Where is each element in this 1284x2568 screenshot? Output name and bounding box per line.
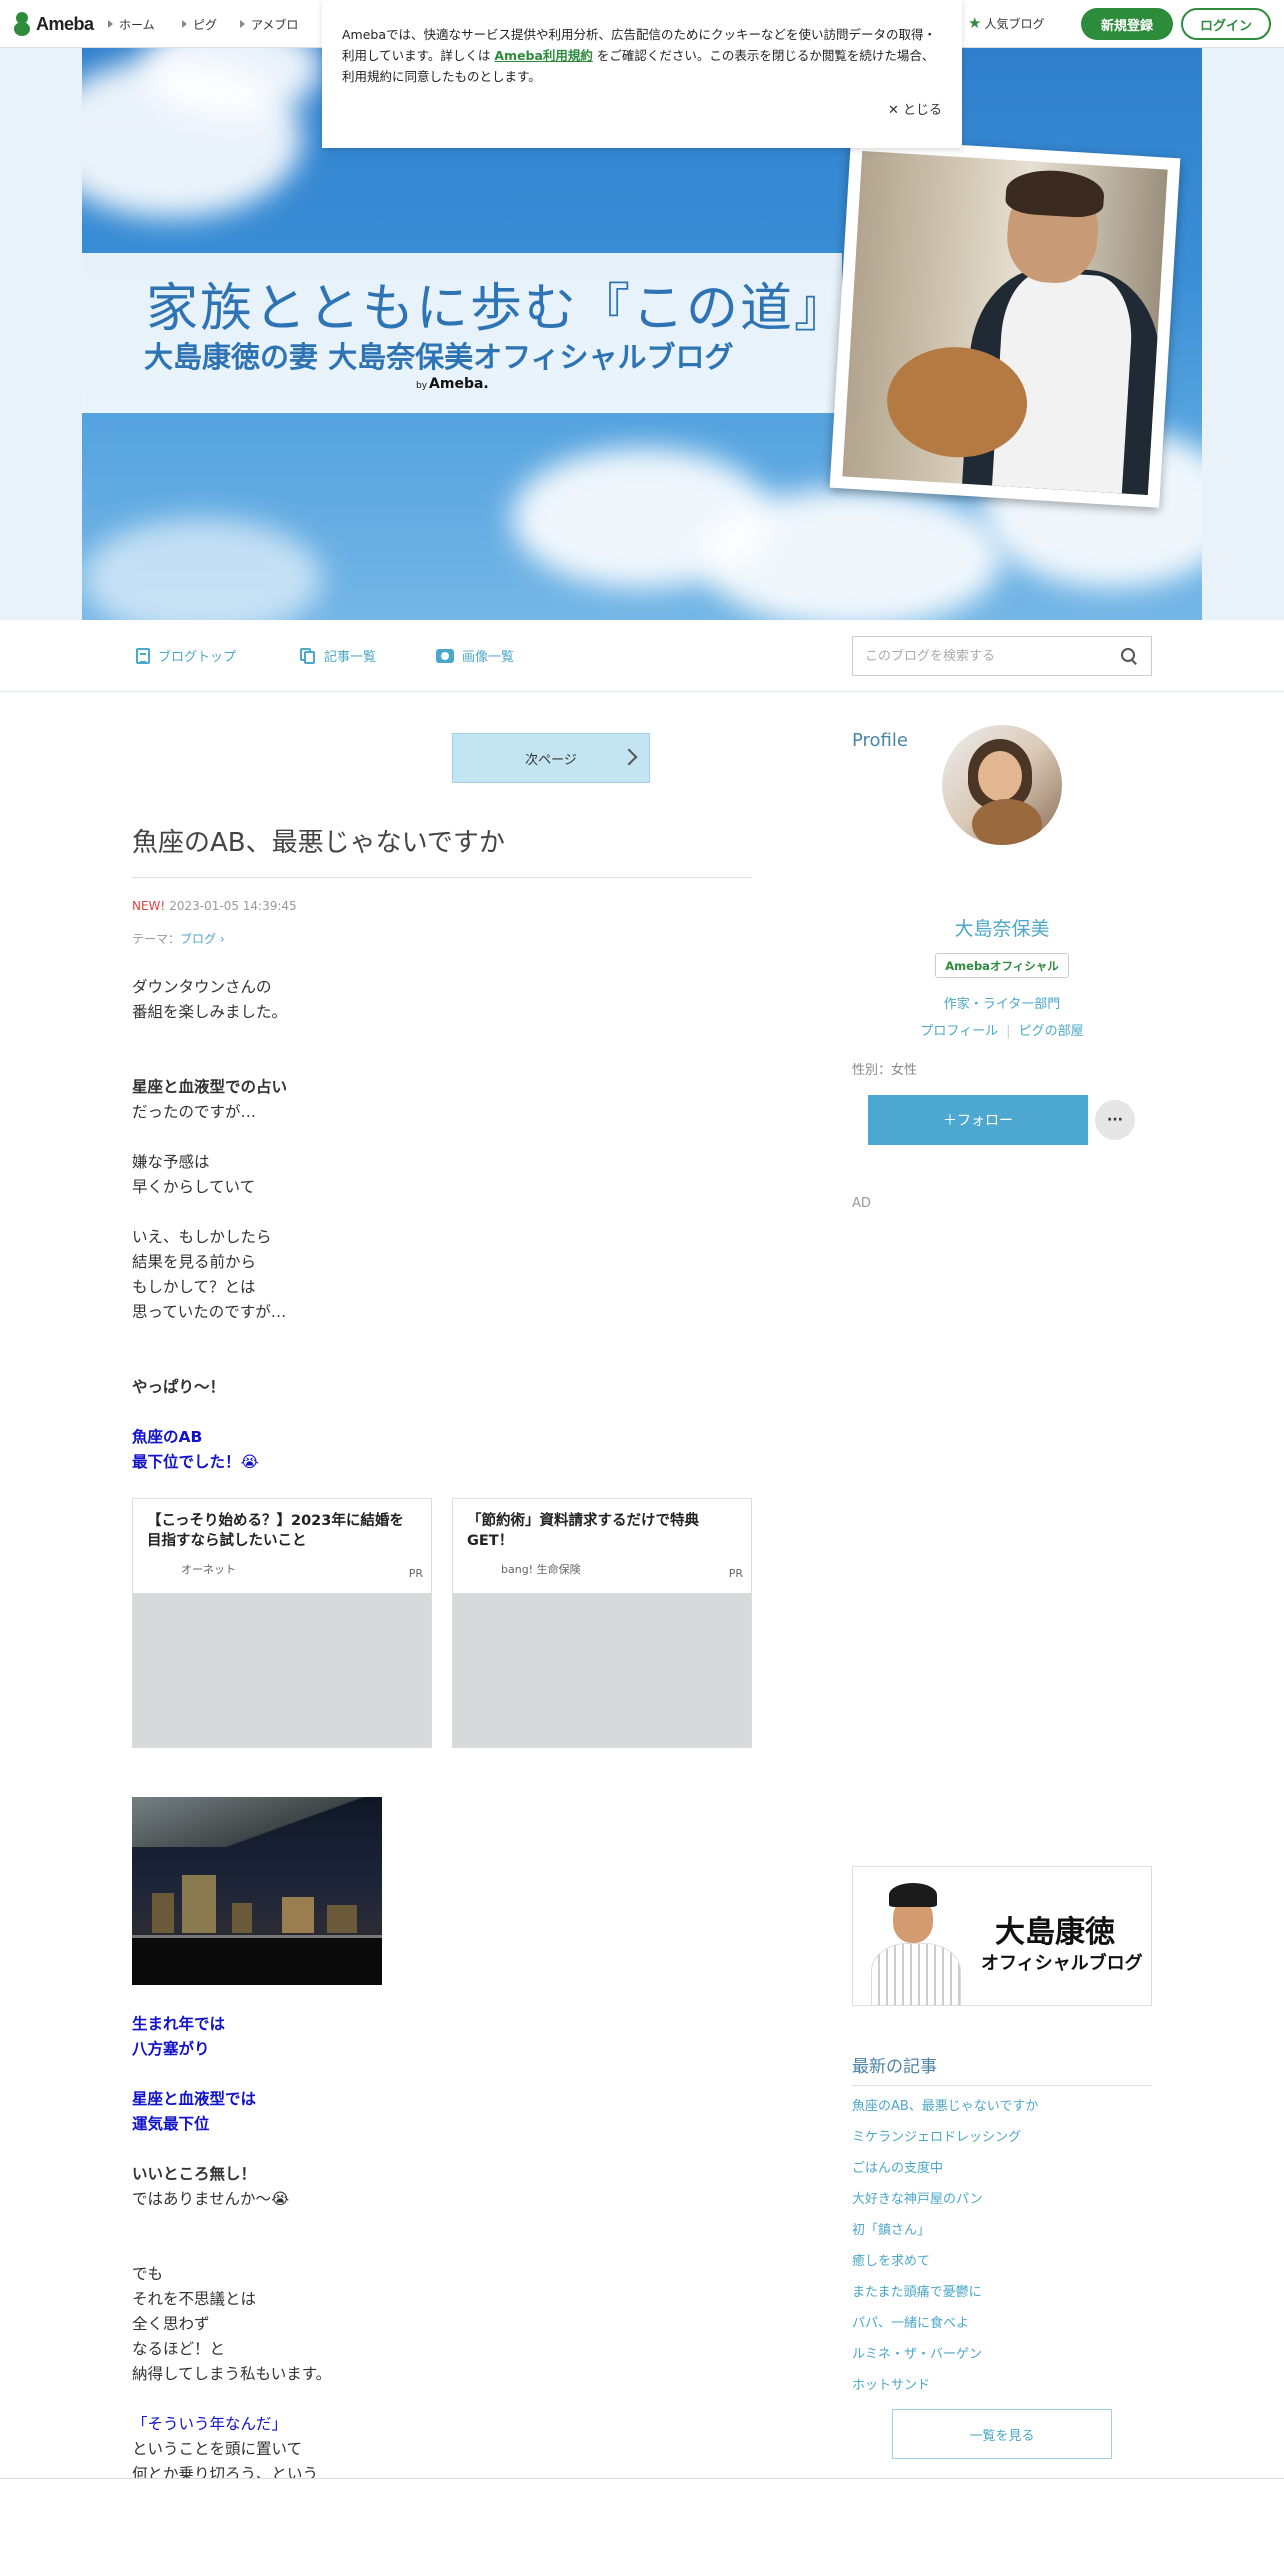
latest-article-link[interactable]: ごはんの支度中 <box>852 2157 943 2176</box>
cookie-close-button[interactable]: ✕ とじる <box>888 100 942 121</box>
nav-popular-blog[interactable]: ★ 人気ブログ <box>968 14 1044 32</box>
terms-link[interactable]: Ameba利用規約 <box>494 48 593 63</box>
profile-name[interactable]: 大島奈保美 <box>852 914 1152 941</box>
profile-category[interactable]: 作家・ライター部門 <box>852 993 1152 1012</box>
view-all-button[interactable]: 一覧を見る <box>892 2409 1112 2459</box>
nav-pigg[interactable]: ピグ <box>182 16 217 33</box>
related-blog-banner[interactable]: 大島康徳 オフィシャルブログ <box>852 1866 1152 2006</box>
profile-link[interactable]: プロフィール <box>920 1024 998 1039</box>
avatar[interactable] <box>942 725 1062 845</box>
bottom-bar <box>0 2479 1284 2568</box>
nav-ameblo[interactable]: アメブロ <box>240 16 298 33</box>
by-ameba-logo: by Ameba. <box>416 376 489 392</box>
latest-article-link[interactable]: ルミネ・ザ・バーゲン <box>852 2343 982 2362</box>
profile-heading: Profile <box>852 730 908 751</box>
next-page-label: 次ページ <box>525 752 577 768</box>
star-icon: ★ <box>968 14 982 32</box>
nav-pigg-label: ピグ <box>193 18 218 32</box>
article-paragraph: ダウンタウンさんの 番組を楽しみました。 <box>132 978 288 1021</box>
logo-text: Ameba <box>36 13 94 34</box>
profile-links: プロフィール | ピグの部屋 <box>920 1024 1084 1039</box>
header-photo <box>829 138 1181 508</box>
next-page-button[interactable]: 次ページ <box>452 733 650 783</box>
article-paragraph: だったのですが… 嫌な予感は 早くからしていて いえ、もしかしたら 結果を見る前… <box>132 1103 287 1321</box>
brand-label: Ameba. <box>429 376 489 392</box>
article-theme: テーマ：ブログ › <box>132 930 225 947</box>
blog-subtitle: 大島康徳の妻 大島奈保美オフィシャルブログ <box>144 340 734 374</box>
official-badge: Amebaオフィシャル <box>935 953 1069 978</box>
ad-card[interactable]: 【こっそり始める？】2023年に結婚を目指すなら試したいこと オーネット PR <box>132 1498 432 1748</box>
ad-title: 「節約術」資料請求するだけで特典GET！ <box>467 1513 699 1549</box>
new-badge: NEW! <box>132 899 166 913</box>
latest-article-link[interactable]: パパ、一緒に食べよ <box>852 2312 969 2331</box>
arrow-icon <box>108 20 113 28</box>
login-button[interactable]: ログイン <box>1181 8 1271 40</box>
article-paragraph: 星座と血液型での占い <box>132 1078 288 1096</box>
nav-article-list[interactable]: 記事一覧 <box>300 646 376 665</box>
nav-article-list-label: 記事一覧 <box>324 650 377 665</box>
nav-image-list-label: 画像一覧 <box>462 650 515 665</box>
chevron-right-icon <box>620 748 638 766</box>
article-paragraph: 「そういう年なんだ」 <box>132 2415 288 2433</box>
more-options-button[interactable]: ··· <box>1095 1100 1135 1140</box>
article-paragraph: 魚座のAB 最下位でした！😭 <box>132 1428 259 1471</box>
arrow-icon <box>182 20 187 28</box>
article-paragraph: 生まれ年では 八方塞がり 星座と血液型では 運気最下位 <box>132 2015 257 2133</box>
latest-article-link[interactable]: ホットサンド <box>852 2374 930 2393</box>
article-photo[interactable] <box>132 1797 382 1985</box>
nav-image-list[interactable]: 画像一覧 <box>436 646 514 665</box>
signup-button[interactable]: 新規登録 <box>1081 8 1173 40</box>
popular-label: 人気ブログ <box>984 16 1045 31</box>
profile-gender: 性別：女性 <box>852 1063 918 1078</box>
ameba-logo[interactable]: Ameba <box>12 12 94 36</box>
search-icon[interactable] <box>1121 648 1137 664</box>
nav-home[interactable]: ホーム <box>108 16 155 33</box>
player-image <box>863 1873 963 2005</box>
article-date: 2023-01-05 14:39:45 <box>169 899 297 913</box>
latest-article-link[interactable]: 大好きな神戸屋のパン <box>852 2188 983 2207</box>
arrow-icon <box>240 20 245 28</box>
follow-button[interactable]: ＋フォロー <box>868 1095 1088 1145</box>
latest-articles-heading: 最新の記事 <box>852 2052 1152 2086</box>
banner-name: 大島康徳 <box>995 1915 1115 1950</box>
article-paragraph: ではありませんか〜😭 でも それを不思議とは 全く思わず なるほど！と 納得して… <box>132 2190 332 2383</box>
ad-label: AD <box>852 1196 871 1211</box>
chevron-right-icon: › <box>216 932 225 946</box>
copy-icon <box>300 647 316 664</box>
article-meta: NEW! 2023-01-05 14:39:45 <box>132 899 297 913</box>
ad-sponsor: オーネット <box>181 1563 236 1576</box>
ad-sponsor: bang! 生命保険 <box>501 1563 581 1576</box>
camera-icon <box>436 648 454 663</box>
nav-blog-top-label: ブログトップ <box>158 650 237 665</box>
blog-subnav: ブログトップ 記事一覧 画像一覧 <box>0 620 1284 692</box>
latest-article-link[interactable]: 癒しを求めて <box>852 2250 930 2269</box>
theme-link[interactable]: ブログ <box>180 932 216 946</box>
pigg-room-link[interactable]: ピグの部屋 <box>1019 1024 1084 1039</box>
search-input[interactable] <box>853 637 1093 675</box>
cookie-banner: Amebaでは、快適なサービス提供や利用分析、広告配信のためにクッキーなどを使い… <box>322 0 962 148</box>
latest-article-link[interactable]: 魚座のAB、最悪じゃないですか <box>852 2095 1038 2114</box>
by-label: by <box>416 381 428 391</box>
nav-home-label: ホーム <box>119 18 155 32</box>
blog-search <box>852 636 1152 676</box>
pr-label: PR <box>728 1567 743 1580</box>
latest-article-link[interactable]: ミケランジェロドレッシング <box>852 2126 1021 2145</box>
latest-article-link[interactable]: またまた頭痛で憂鬱に <box>852 2281 982 2300</box>
close-icon: ✕ <box>887 103 903 118</box>
document-icon <box>136 647 150 664</box>
nav-blog-top[interactable]: ブログトップ <box>136 646 236 665</box>
blog-title: 家族とともに歩む『この道』 <box>146 279 849 339</box>
nav-ameblo-label: アメブロ <box>251 18 299 32</box>
ameba-mark-icon <box>12 12 32 36</box>
cookie-close-label: とじる <box>902 103 942 118</box>
article-paragraph: いいところ無し！ <box>132 2165 257 2183</box>
banner-subtitle: オフィシャルブログ <box>981 1953 1143 1974</box>
ad-card[interactable]: 「節約術」資料請求するだけで特典GET！ bang! 生命保険 PR <box>452 1498 752 1748</box>
theme-label: テーマ： <box>132 932 181 946</box>
ad-title: 【こっそり始める？】2023年に結婚を目指すなら試したいこと <box>147 1513 404 1549</box>
latest-article-link[interactable]: 初「鎮さん」 <box>852 2219 930 2238</box>
pr-label: PR <box>408 1567 423 1580</box>
article-paragraph: やっぱり〜！ <box>132 1378 226 1396</box>
article-title[interactable]: 魚座のAB、最悪じゃないですか <box>132 822 752 878</box>
